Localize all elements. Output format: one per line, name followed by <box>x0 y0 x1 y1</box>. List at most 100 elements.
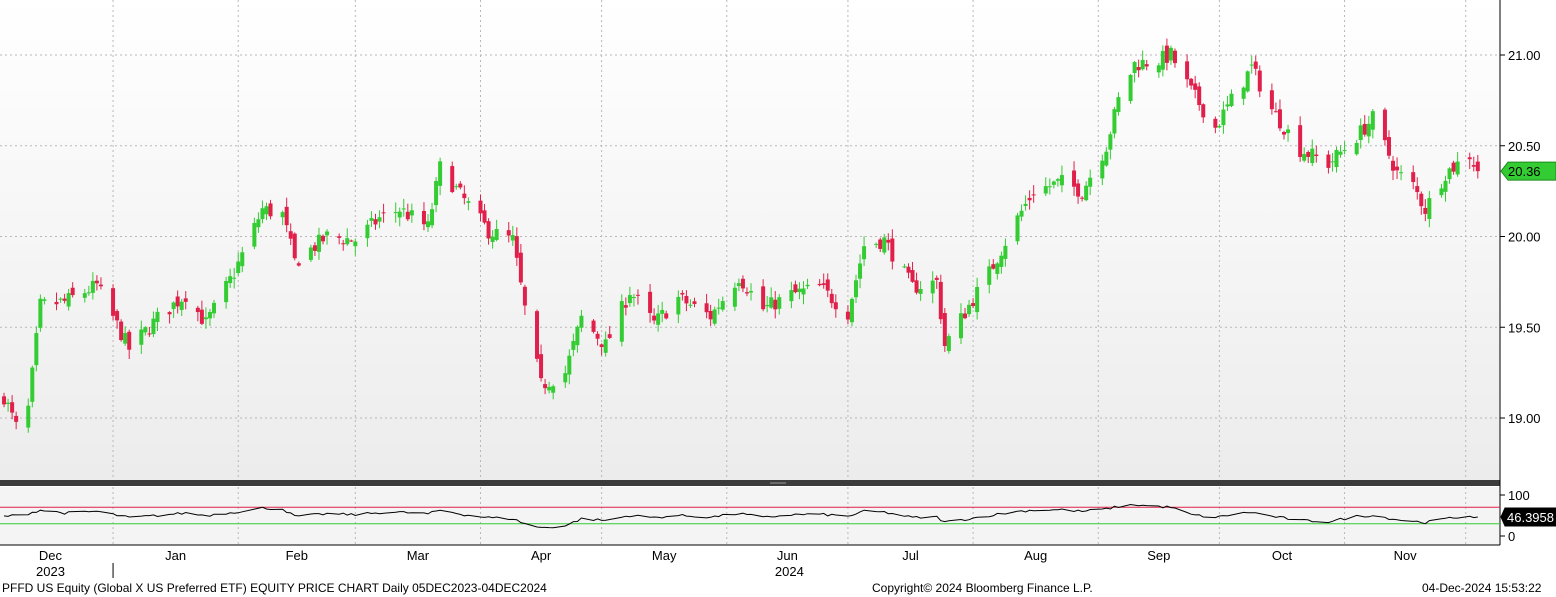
candle-down <box>1257 70 1262 92</box>
candle-down <box>833 302 838 310</box>
candle-up <box>212 302 216 314</box>
y-axis-tick-label: 21.00 <box>1508 48 1541 63</box>
candle-down <box>942 313 947 346</box>
candle-down <box>458 183 463 188</box>
candle-up <box>82 293 87 298</box>
candle-up <box>466 201 471 203</box>
candle-up <box>967 304 972 315</box>
candle-down <box>535 311 540 359</box>
candle-down <box>1298 125 1303 157</box>
candle-up <box>264 206 269 215</box>
candle-down <box>910 270 915 282</box>
candle-up <box>1217 125 1222 128</box>
candle-down <box>1282 131 1286 135</box>
candle-down <box>98 284 103 287</box>
candle-up <box>1342 150 1347 152</box>
candle-up <box>325 231 330 236</box>
candle-down <box>934 277 939 280</box>
candle-down <box>704 303 709 313</box>
candle-up <box>409 210 414 216</box>
candle-up <box>397 211 402 218</box>
candle-up <box>862 246 867 260</box>
candle-up <box>224 280 229 303</box>
candle-up <box>38 298 43 328</box>
candle-down <box>1193 83 1198 90</box>
candle-up <box>1366 123 1371 137</box>
candle-down <box>175 296 180 307</box>
candle-up <box>575 326 580 346</box>
candle-down <box>1164 45 1169 63</box>
candle-up <box>1334 149 1339 168</box>
candle-up <box>1427 198 1432 219</box>
candle-down <box>1027 197 1032 201</box>
candle-down <box>10 402 15 413</box>
candle-up <box>58 298 63 300</box>
candle-down <box>623 305 628 308</box>
candle-down <box>405 211 410 220</box>
candle-down <box>337 236 342 238</box>
candle-down <box>680 292 685 295</box>
candle-down <box>648 291 653 313</box>
candle-up <box>720 301 725 310</box>
candle-up <box>946 336 951 352</box>
price-plot-area <box>0 0 1500 480</box>
candle-up <box>171 302 176 309</box>
candle-down <box>817 283 822 286</box>
candle-down <box>514 236 519 258</box>
candle-up <box>765 305 770 307</box>
candle-down <box>1253 61 1258 69</box>
candle-down <box>115 311 120 321</box>
candle-up <box>631 297 636 299</box>
candle-down <box>321 235 326 242</box>
candle-up <box>995 263 1000 274</box>
candle-down <box>518 252 523 283</box>
candle-up <box>260 208 265 220</box>
candle-up <box>749 291 754 293</box>
candle-up <box>1015 215 1020 242</box>
candle-up <box>732 287 737 307</box>
candle-down <box>506 230 511 236</box>
last-price-label: 20.36 <box>1508 164 1541 179</box>
candle-up <box>1370 111 1375 130</box>
candle-down <box>94 280 99 284</box>
candle-down <box>296 263 301 266</box>
candle-up <box>1229 93 1234 107</box>
candle-up <box>656 313 661 325</box>
candle-up <box>1088 177 1093 187</box>
candle-up <box>551 386 556 393</box>
candle-up <box>26 405 31 428</box>
candle-up <box>769 297 774 308</box>
candle-down <box>1467 157 1472 160</box>
candle-up <box>801 288 806 295</box>
candle-up <box>401 208 406 210</box>
candle-up <box>1249 64 1254 66</box>
candle-up <box>918 288 923 294</box>
candle-up <box>1225 104 1230 107</box>
candle-up <box>280 212 285 218</box>
candle-up <box>1100 160 1105 179</box>
candle-up <box>789 290 794 302</box>
oscillator-y-tick-label: 100 <box>1508 488 1530 503</box>
candle-down <box>761 286 766 310</box>
candle-up <box>1043 186 1048 194</box>
candle-up <box>90 280 95 293</box>
candle-up <box>454 186 459 188</box>
candle-down <box>773 299 778 310</box>
candle-up <box>143 327 148 333</box>
candle-down <box>878 239 883 249</box>
candle-up <box>1160 50 1165 70</box>
candle-up <box>854 280 858 298</box>
chart-canvas: 21.00 20.50 20.00 19.50 19.00 20.36 100 0 46.395… <box>0 0 1556 579</box>
candle-up <box>736 283 741 287</box>
x-axis-month-label: Apr <box>531 548 552 563</box>
x-axis-month-label: Jun <box>777 548 798 563</box>
candle-down <box>963 313 968 319</box>
candle-down <box>1144 64 1149 67</box>
candle-down <box>1314 154 1319 157</box>
candle-down <box>341 243 346 245</box>
x-axis-month-label: Feb <box>286 548 308 563</box>
candle-up <box>353 241 358 247</box>
oscillator-plot-area <box>0 487 1500 545</box>
candle-up <box>155 311 160 323</box>
candle-up <box>987 266 992 285</box>
